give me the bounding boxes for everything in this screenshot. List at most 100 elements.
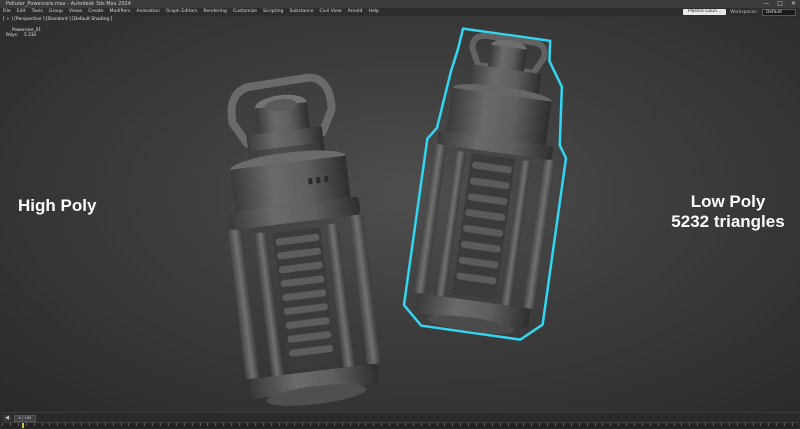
timeline-tick [191, 423, 193, 426]
menu-graph-editors[interactable]: Graph Editors [163, 8, 201, 16]
timeline-tick [49, 423, 51, 426]
menu-substance[interactable]: Substance [286, 8, 316, 16]
timeline-tick [231, 423, 233, 426]
timeline-tick [167, 423, 169, 426]
previous-frame-button[interactable]: ◀ [3, 415, 11, 421]
menu-customize[interactable]: Customize [230, 8, 260, 16]
timeline-tick [160, 423, 161, 426]
low-poly-title: Low Poly [690, 192, 766, 211]
timeline-tick [444, 423, 446, 426]
timeline-tick [460, 423, 462, 426]
timeline-tick [428, 423, 430, 426]
timeline-tick [412, 423, 414, 426]
timeline-tick [325, 423, 327, 426]
timeline-tick [649, 423, 651, 426]
timeline-tick [602, 423, 604, 426]
close-button[interactable]: ✕ [791, 0, 796, 8]
timeline-tick [310, 423, 312, 426]
timeline-tick [175, 423, 177, 426]
timeline-tick [357, 423, 359, 426]
timeline-tick [239, 423, 240, 426]
time-slider-frame-counter[interactable]: 0 / 100 [14, 415, 36, 422]
timeline-tick [81, 423, 82, 426]
timeline-tick [610, 423, 612, 426]
timeline-tick [381, 423, 383, 426]
menu-scripting[interactable]: Scripting [260, 8, 286, 16]
timeline-tick [657, 423, 659, 426]
account-button[interactable]: Plasma Gauri... [682, 9, 727, 15]
menu-file[interactable]: File [0, 8, 14, 16]
maximize-button[interactable]: □ [777, 0, 783, 8]
menu-right-area: Plasma Gauri... Workspaces: Default [682, 8, 796, 16]
timeline-tick [341, 423, 343, 426]
timeline-tick [507, 423, 509, 426]
timeline-tick [483, 423, 485, 426]
menu-bar: File Edit Tools Group Views Create Modif… [0, 8, 800, 16]
timeline-tick [673, 423, 675, 426]
low-poly-caption: Low Poly 5232 triangles [664, 192, 792, 232]
timeline-tick [681, 423, 683, 426]
timeline-tick [136, 423, 138, 426]
timeline-tick [152, 423, 154, 426]
timeline-tick [270, 423, 272, 426]
high-poly-model[interactable] [210, 73, 385, 412]
timeline-tick [262, 423, 264, 426]
timeline-tick [33, 423, 35, 426]
timeline-tick [634, 423, 635, 426]
menu-help[interactable]: Help [365, 8, 381, 16]
timeline-tick [547, 423, 549, 426]
menu-civil-view[interactable]: Civil View [316, 8, 344, 16]
timeline-tick [594, 423, 596, 426]
timeline-tick [104, 423, 106, 426]
timeline-tick [294, 423, 296, 426]
timeline-tick [389, 423, 391, 426]
timeline-tick [784, 423, 786, 426]
timeline-tick [641, 423, 643, 426]
timeline-tick [199, 423, 201, 426]
timeline-tick [555, 423, 556, 426]
timeline-tick [2, 423, 3, 426]
timeline-area: ◀ 0 / 100 [0, 412, 800, 429]
timeline-tick [302, 423, 304, 426]
time-track-bar[interactable] [2, 422, 798, 428]
low-poly-triangle-count: 5232 triangles [671, 212, 785, 231]
menu-animation[interactable]: Animation [133, 8, 162, 16]
menu-create[interactable]: Create [85, 8, 106, 16]
timeline-tick [768, 423, 770, 426]
workspaces-label: Workspaces: [730, 9, 758, 15]
timeline-tick [349, 423, 351, 426]
timeline-tick [128, 423, 130, 426]
timeline-tick [207, 423, 209, 426]
menu-edit[interactable]: Edit [14, 8, 29, 16]
menu-tools[interactable]: Tools [29, 8, 46, 16]
timeline-tick [215, 423, 217, 426]
menu-modifiers[interactable]: Modifiers [106, 8, 133, 16]
timeline-tick [713, 423, 714, 426]
timeline-tick [562, 423, 564, 426]
timeline-tick [436, 423, 438, 426]
low-poly-model[interactable] [401, 26, 581, 343]
timeline-tick [254, 423, 256, 426]
high-poly-caption: High Poly [18, 196, 97, 215]
timeline-tick [88, 423, 90, 426]
timeline-tick [286, 423, 288, 426]
keyframe-marker[interactable] [22, 423, 24, 428]
workspaces-dropdown[interactable]: Default [762, 8, 796, 16]
menu-arnold[interactable]: Arnold [345, 8, 366, 16]
timeline-tick [665, 423, 667, 426]
timeline-tick [515, 423, 517, 426]
timeline-tick [570, 423, 572, 426]
timeline-tick [760, 423, 762, 426]
perspective-viewport[interactable]: [ + ] [Perspective ] [Standard ] [Defaul… [0, 16, 800, 412]
menu-rendering[interactable]: Rendering [200, 8, 229, 16]
timeline-tick [365, 423, 367, 426]
timeline-tick [792, 423, 793, 426]
timeline-tick [476, 423, 477, 426]
timeline-tick [539, 423, 541, 426]
menu-views[interactable]: Views [66, 8, 85, 16]
timeline-tick [491, 423, 493, 426]
menu-group[interactable]: Group [46, 8, 66, 16]
timeline-tick [523, 423, 525, 426]
minimize-button[interactable]: — [763, 0, 769, 8]
timeline-tick [531, 423, 533, 426]
